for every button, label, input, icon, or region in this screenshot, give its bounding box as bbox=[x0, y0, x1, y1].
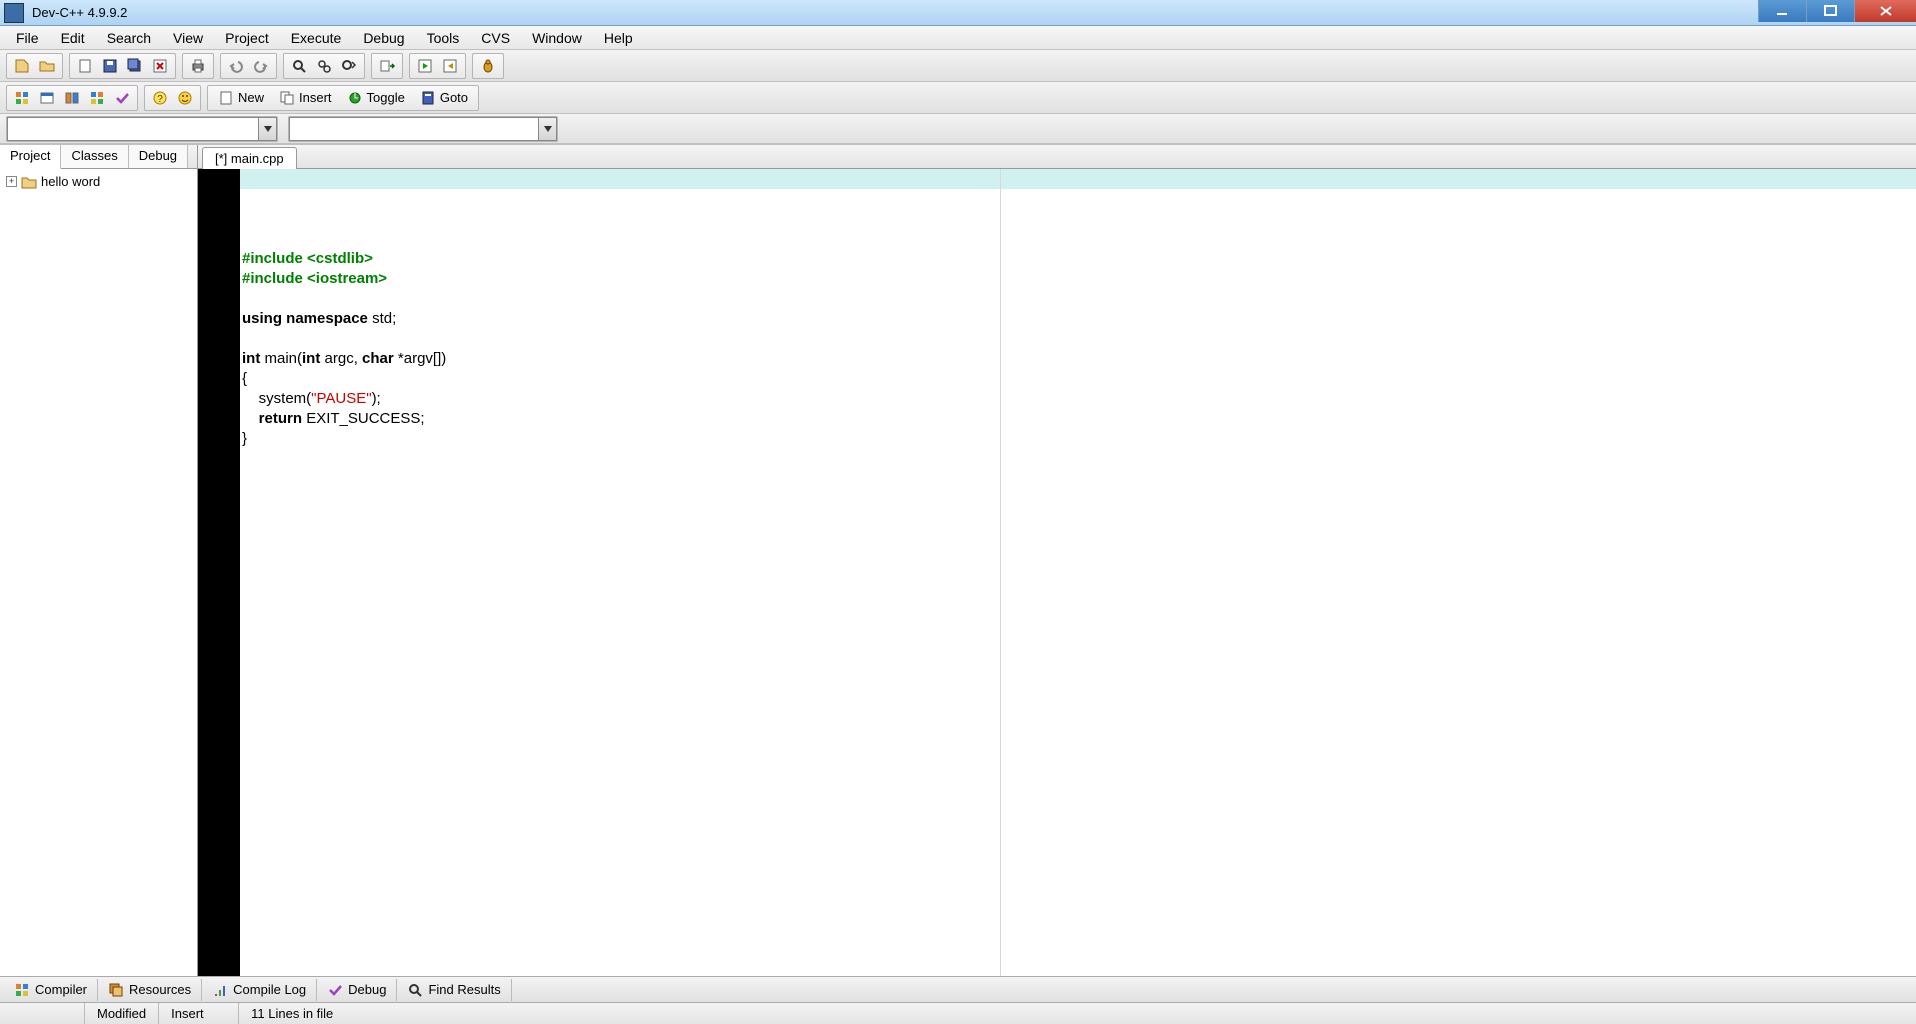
function-combo-input[interactable] bbox=[290, 118, 538, 140]
code-line[interactable]: int main(int argc, char *argv[]) bbox=[242, 349, 1916, 369]
editor-gutter bbox=[198, 169, 240, 976]
debug-icon[interactable] bbox=[477, 55, 499, 77]
window-title: Dev-C++ 4.9.9.2 bbox=[28, 5, 1758, 20]
code-line[interactable]: using namespace std; bbox=[242, 309, 1916, 329]
dropdown-icon[interactable] bbox=[538, 118, 556, 140]
bottom-tab-debug[interactable]: Debug bbox=[317, 979, 397, 1001]
insert-button[interactable]: Insert bbox=[273, 87, 338, 109]
left-tab-project[interactable]: Project bbox=[0, 145, 61, 169]
about-icon[interactable] bbox=[174, 87, 196, 109]
grid4-icon[interactable] bbox=[11, 87, 33, 109]
menu-edit[interactable]: Edit bbox=[51, 27, 95, 49]
new-button[interactable]: New bbox=[212, 87, 270, 109]
editor-panel: [*] main.cpp #include <cstdlib>#include … bbox=[198, 145, 1916, 976]
class-combo[interactable] bbox=[7, 117, 277, 141]
code-area[interactable]: #include <cstdlib>#include <iostream> usi… bbox=[240, 169, 1916, 976]
toolbar-secondary: ? New Insert Toggle Goto bbox=[0, 82, 1916, 114]
minimize-button[interactable] bbox=[1758, 0, 1806, 22]
save-icon[interactable] bbox=[99, 55, 121, 77]
menu-execute[interactable]: Execute bbox=[281, 27, 352, 49]
tree-root-item[interactable]: + hello word bbox=[4, 173, 193, 190]
code-line[interactable]: } bbox=[242, 429, 1916, 449]
code-line[interactable]: system("PAUSE"); bbox=[242, 389, 1916, 409]
menu-file[interactable]: File bbox=[6, 27, 49, 49]
find-icon[interactable] bbox=[288, 55, 310, 77]
new-project-icon[interactable] bbox=[11, 55, 33, 77]
bottom-tab-compiler[interactable]: Compiler bbox=[4, 979, 98, 1001]
combo-bar bbox=[0, 114, 1916, 144]
menu-help[interactable]: Help bbox=[594, 27, 643, 49]
dropdown-icon[interactable] bbox=[258, 118, 276, 140]
code-line[interactable]: return EXIT_SUCCESS; bbox=[242, 409, 1916, 429]
tree-root-label: hello word bbox=[41, 174, 100, 189]
print-icon[interactable] bbox=[187, 55, 209, 77]
file-tabs: [*] main.cpp bbox=[198, 145, 1916, 169]
status-cell-empty bbox=[0, 1003, 84, 1024]
compile-icon[interactable] bbox=[439, 55, 461, 77]
project-tree[interactable]: + hello word bbox=[0, 169, 197, 976]
status-modified: Modified bbox=[84, 1003, 158, 1024]
toggle-button[interactable]: Toggle bbox=[341, 87, 411, 109]
save-all-icon[interactable] bbox=[124, 55, 146, 77]
status-lines: 11 Lines in file bbox=[238, 1003, 1916, 1024]
bottom-tab-compile-log[interactable]: Compile Log bbox=[202, 979, 317, 1001]
bottom-tab-resources[interactable]: Resources bbox=[98, 979, 202, 1001]
undo-icon[interactable] bbox=[225, 55, 247, 77]
menu-tools[interactable]: Tools bbox=[417, 27, 470, 49]
code-line[interactable]: #include <iostream> bbox=[242, 269, 1916, 289]
menu-project[interactable]: Project bbox=[215, 27, 279, 49]
bottom-tabs: CompilerResourcesCompile LogDebugFind Re… bbox=[0, 976, 1916, 1002]
open-icon[interactable] bbox=[36, 55, 58, 77]
status-insert: Insert bbox=[158, 1003, 238, 1024]
menu-cvs[interactable]: CVS bbox=[471, 27, 520, 49]
code-line[interactable] bbox=[242, 289, 1916, 309]
svg-text:?: ? bbox=[157, 94, 163, 105]
menu-window[interactable]: Window bbox=[522, 27, 592, 49]
left-tabs: ProjectClassesDebug bbox=[0, 145, 197, 169]
status-bar: Modified Insert 11 Lines in file bbox=[0, 1002, 1916, 1024]
app-icon bbox=[4, 3, 24, 23]
menu-view[interactable]: View bbox=[163, 27, 213, 49]
close-file-icon[interactable] bbox=[149, 55, 171, 77]
compile-run-icon[interactable] bbox=[414, 55, 436, 77]
redo-icon[interactable] bbox=[250, 55, 272, 77]
goto-line-icon[interactable] bbox=[376, 55, 398, 77]
goto-button[interactable]: Goto bbox=[414, 87, 474, 109]
left-panel: ProjectClassesDebug + hello word bbox=[0, 145, 198, 976]
check-icon[interactable] bbox=[111, 87, 133, 109]
code-line[interactable]: { bbox=[242, 369, 1916, 389]
expand-icon[interactable]: + bbox=[6, 176, 17, 187]
window-icon[interactable] bbox=[36, 87, 58, 109]
split-icon[interactable] bbox=[61, 87, 83, 109]
new-file-icon[interactable] bbox=[74, 55, 96, 77]
class-combo-input[interactable] bbox=[8, 118, 258, 140]
function-combo[interactable] bbox=[289, 117, 557, 141]
menu-debug[interactable]: Debug bbox=[353, 27, 414, 49]
main-area: ProjectClassesDebug + hello word [*] mai… bbox=[0, 144, 1916, 976]
folder-icon bbox=[21, 175, 37, 189]
bottom-tab-find-results[interactable]: Find Results bbox=[397, 979, 511, 1001]
title-bar: Dev-C++ 4.9.9.2 bbox=[0, 0, 1916, 26]
left-tab-debug[interactable]: Debug bbox=[129, 145, 188, 168]
grid4b-icon[interactable] bbox=[86, 87, 108, 109]
find-next-icon[interactable] bbox=[338, 55, 360, 77]
code-editor[interactable]: #include <cstdlib>#include <iostream> usi… bbox=[198, 169, 1916, 976]
code-line[interactable]: #include <cstdlib> bbox=[242, 249, 1916, 269]
replace-icon[interactable] bbox=[313, 55, 335, 77]
code-line[interactable] bbox=[242, 329, 1916, 349]
toolbar-main bbox=[0, 50, 1916, 82]
help-icon[interactable]: ? bbox=[149, 87, 171, 109]
current-line-highlight bbox=[240, 169, 1916, 189]
menu-bar: FileEditSearchViewProjectExecuteDebugToo… bbox=[0, 26, 1916, 50]
file-tab[interactable]: [*] main.cpp bbox=[202, 147, 297, 169]
maximize-button[interactable] bbox=[1806, 0, 1854, 22]
close-button[interactable] bbox=[1854, 0, 1916, 22]
menu-search[interactable]: Search bbox=[97, 27, 161, 49]
left-tab-classes[interactable]: Classes bbox=[61, 145, 128, 168]
